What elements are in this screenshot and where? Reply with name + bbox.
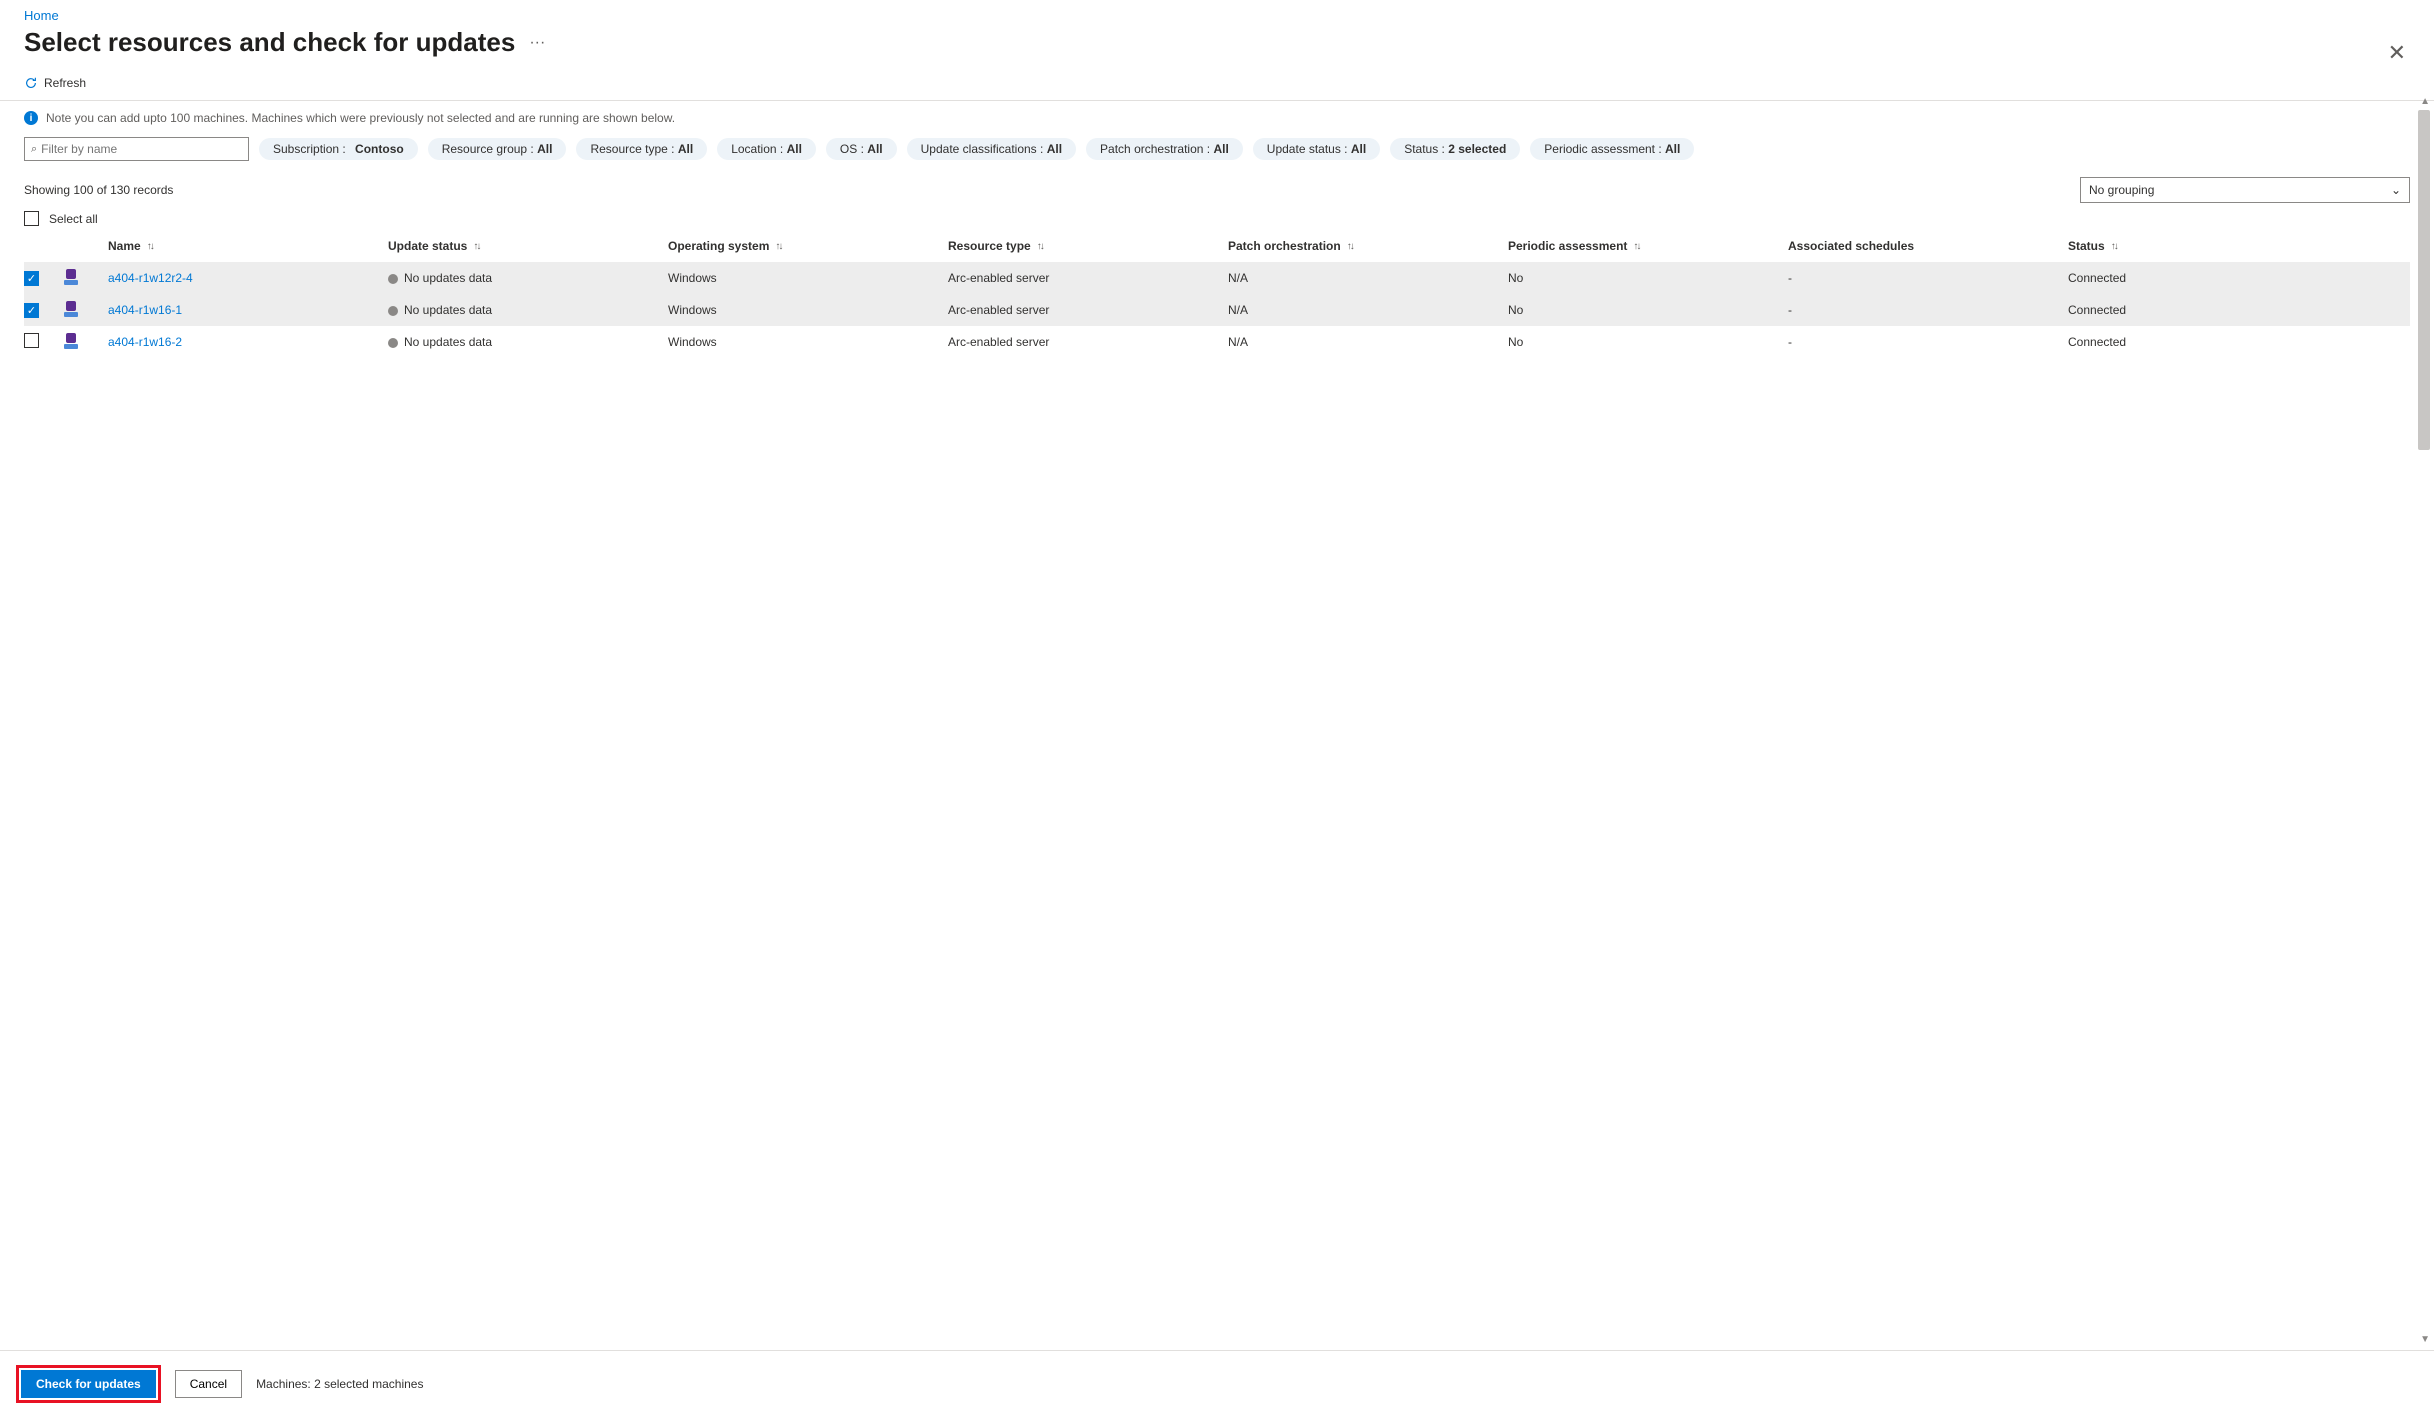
table-row[interactable]: a404-r1w16-1 No updates data WindowsArc-en… <box>24 294 2410 326</box>
server-icon <box>64 301 78 317</box>
sort-icon: ↑↓ <box>473 241 479 252</box>
highlight-annotation: Check for updates <box>16 1365 161 1403</box>
cell-os: Windows <box>668 303 948 317</box>
row-checkbox[interactable] <box>24 271 39 286</box>
cell-patch-orchestration: N/A <box>1228 271 1508 285</box>
sort-icon: ↑↓ <box>2111 241 2117 252</box>
refresh-icon <box>24 76 38 90</box>
col-periodic-assessment[interactable]: Periodic assessment↑↓ <box>1508 239 1788 253</box>
filter-patch-orchestration[interactable]: Patch orchestration : All <box>1086 138 1243 160</box>
col-operating-system[interactable]: Operating system↑↓ <box>668 239 948 253</box>
filter-resource-type[interactable]: Resource type : All <box>576 138 707 160</box>
filter-periodic-assessment[interactable]: Periodic assessment : All <box>1530 138 1694 160</box>
cell-associated-schedules: - <box>1788 303 2068 317</box>
cell-status: Connected <box>2068 335 2348 349</box>
table-row[interactable]: a404-r1w12r2-4 No updates data WindowsArc-… <box>24 262 2410 294</box>
scrollbar-thumb[interactable] <box>2418 110 2430 450</box>
breadcrumb: Home <box>0 0 2434 23</box>
status-dot-icon <box>388 274 398 284</box>
cell-associated-schedules: - <box>1788 335 2068 349</box>
col-name[interactable]: Name↑↓ <box>108 239 388 253</box>
cancel-button[interactable]: Cancel <box>175 1370 242 1398</box>
close-icon[interactable]: ✕ <box>2388 40 2406 66</box>
cell-periodic-assessment: No <box>1508 303 1788 317</box>
server-icon <box>64 269 78 285</box>
scroll-up-icon[interactable]: ▲ <box>2420 96 2430 107</box>
filter-subscription[interactable]: Subscription : Contoso <box>259 138 418 160</box>
row-checkbox[interactable] <box>24 303 39 318</box>
cell-update-status: No updates data <box>404 335 492 349</box>
cell-associated-schedules: - <box>1788 271 2068 285</box>
filter-location[interactable]: Location : All <box>717 138 816 160</box>
resource-name-link[interactable]: a404-r1w16-1 <box>108 303 182 317</box>
sort-icon: ↑↓ <box>1633 241 1639 252</box>
server-icon <box>64 333 78 349</box>
resources-table: Name↑↓ Update status↑↓ Operating system↑… <box>24 230 2410 358</box>
cell-patch-orchestration: N/A <box>1228 303 1508 317</box>
cell-resource-type: Arc-enabled server <box>948 271 1228 285</box>
resource-name-link[interactable]: a404-r1w12r2-4 <box>108 271 193 285</box>
row-checkbox[interactable] <box>24 333 39 348</box>
cell-status: Connected <box>2068 271 2348 285</box>
grouping-select[interactable]: No grouping ⌄ <box>2080 177 2410 203</box>
table-row[interactable]: a404-r1w16-2 No updates data WindowsArc-en… <box>24 326 2410 358</box>
records-count: Showing 100 of 130 records <box>24 183 173 197</box>
col-update-status[interactable]: Update status↑↓ <box>388 239 668 253</box>
cell-os: Windows <box>668 335 948 349</box>
filter-status[interactable]: Status : 2 selected <box>1390 138 1520 160</box>
cell-update-status: No updates data <box>404 303 492 317</box>
filter-resource-group[interactable]: Resource group : All <box>428 138 567 160</box>
refresh-label: Refresh <box>44 76 86 90</box>
cell-resource-type: Arc-enabled server <box>948 303 1228 317</box>
cell-resource-type: Arc-enabled server <box>948 335 1228 349</box>
filter-name-input-wrapper[interactable]: ⌕ <box>24 137 249 161</box>
sort-icon: ↑↓ <box>1347 241 1353 252</box>
scroll-down-icon[interactable]: ▼ <box>2420 1334 2430 1345</box>
cell-os: Windows <box>668 271 948 285</box>
footer-status: Machines: 2 selected machines <box>256 1377 423 1391</box>
select-all-checkbox[interactable] <box>24 211 39 226</box>
select-all-label: Select all <box>49 212 98 226</box>
resource-name-link[interactable]: a404-r1w16-2 <box>108 335 182 349</box>
refresh-button[interactable]: Refresh <box>24 76 86 90</box>
cell-periodic-assessment: No <box>1508 271 1788 285</box>
filter-update-classifications[interactable]: Update classifications : All <box>907 138 1076 160</box>
col-patch-orchestration[interactable]: Patch orchestration↑↓ <box>1228 239 1508 253</box>
cell-update-status: No updates data <box>404 271 492 285</box>
filter-update-status[interactable]: Update status : All <box>1253 138 1380 160</box>
filter-name-input[interactable] <box>41 142 242 156</box>
sort-icon: ↑↓ <box>775 241 781 252</box>
check-for-updates-button[interactable]: Check for updates <box>21 1370 156 1398</box>
status-dot-icon <box>388 338 398 348</box>
page-title: Select resources and check for updates <box>24 27 515 58</box>
filter-os[interactable]: OS : All <box>826 138 897 160</box>
more-actions-icon[interactable]: ··· <box>529 34 545 52</box>
cell-status: Connected <box>2068 303 2348 317</box>
col-resource-type[interactable]: Resource type↑↓ <box>948 239 1228 253</box>
table-header: Name↑↓ Update status↑↓ Operating system↑… <box>24 230 2410 262</box>
info-icon: i <box>24 111 38 125</box>
sort-icon: ↑↓ <box>1037 241 1043 252</box>
cell-periodic-assessment: No <box>1508 335 1788 349</box>
cell-patch-orchestration: N/A <box>1228 335 1508 349</box>
info-text: Note you can add upto 100 machines. Mach… <box>46 111 675 125</box>
sort-icon: ↑↓ <box>147 241 153 252</box>
status-dot-icon <box>388 306 398 316</box>
col-associated-schedules[interactable]: Associated schedules <box>1788 239 2068 253</box>
grouping-value: No grouping <box>2089 183 2154 197</box>
search-icon: ⌕ <box>31 143 37 156</box>
chevron-down-icon: ⌄ <box>2391 183 2401 197</box>
col-status[interactable]: Status↑↓ <box>2068 239 2348 253</box>
breadcrumb-home[interactable]: Home <box>24 8 59 23</box>
